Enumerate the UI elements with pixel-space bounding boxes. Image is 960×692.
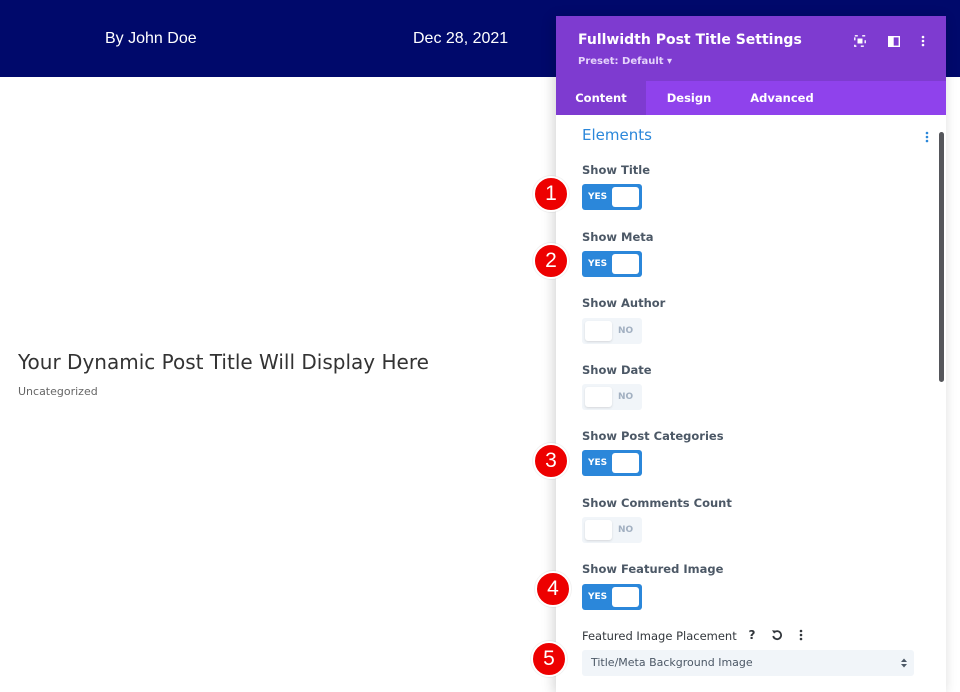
split-view-icon[interactable] bbox=[886, 33, 902, 49]
toggle-state: NO bbox=[618, 384, 633, 410]
post-category: Uncategorized bbox=[18, 385, 98, 398]
panel-scrollbar[interactable] bbox=[939, 132, 944, 382]
more-options-icon[interactable] bbox=[915, 33, 931, 49]
focus-icon[interactable] bbox=[852, 33, 868, 49]
show-post-categories-toggle[interactable]: YES bbox=[582, 450, 642, 476]
show-title-toggle[interactable]: YES bbox=[582, 184, 642, 210]
toggle-knob bbox=[612, 254, 639, 274]
toggle-knob bbox=[612, 587, 639, 607]
tab-content[interactable]: Content bbox=[556, 81, 646, 115]
tab-advanced[interactable]: Advanced bbox=[732, 81, 832, 115]
toggle-state: YES bbox=[588, 584, 607, 610]
date-meta: Dec 28, 2021 bbox=[413, 30, 508, 48]
callout-badge-1: 1 bbox=[533, 176, 569, 212]
callout-badge-2: 2 bbox=[533, 243, 569, 279]
show-meta-label: Show Meta bbox=[582, 230, 654, 244]
toggle-state: YES bbox=[588, 450, 607, 476]
toggle-knob bbox=[585, 387, 612, 407]
select-arrows-icon bbox=[900, 657, 908, 669]
reset-icon[interactable] bbox=[769, 627, 785, 643]
show-comments-count-label: Show Comments Count bbox=[582, 496, 732, 510]
featured-image-placement-select[interactable]: Title/Meta Background Image bbox=[582, 650, 914, 676]
show-post-categories-label: Show Post Categories bbox=[582, 429, 724, 443]
toggle-knob bbox=[612, 187, 639, 207]
show-date-label: Show Date bbox=[582, 363, 652, 377]
help-icon[interactable]: ? bbox=[744, 627, 760, 643]
panel-title: Fullwidth Post Title Settings bbox=[578, 32, 802, 48]
show-title-label: Show Title bbox=[582, 163, 650, 177]
tab-design[interactable]: Design bbox=[646, 81, 732, 115]
show-date-toggle[interactable]: NO bbox=[582, 384, 642, 410]
toggle-state: NO bbox=[618, 318, 633, 344]
toggle-knob bbox=[612, 453, 639, 473]
callout-badge-4: 4 bbox=[535, 571, 571, 607]
panel-tabs: Content Design Advanced bbox=[556, 81, 946, 115]
show-featured-image-toggle[interactable]: YES bbox=[582, 584, 642, 610]
settings-panel: Fullwidth Post Title Settings Preset: De… bbox=[556, 16, 946, 692]
toggle-state: YES bbox=[588, 251, 607, 277]
toggle-state: YES bbox=[588, 184, 607, 210]
elements-section-title[interactable]: Elements bbox=[582, 126, 652, 144]
post-title: Your Dynamic Post Title Will Display Her… bbox=[18, 350, 429, 374]
show-author-label: Show Author bbox=[582, 296, 665, 310]
author-meta: By John Doe bbox=[105, 30, 197, 48]
panel-header: Fullwidth Post Title Settings Preset: De… bbox=[556, 16, 946, 81]
preset-dropdown[interactable]: Preset: Default ▾ bbox=[578, 56, 672, 67]
toggle-state: NO bbox=[618, 517, 633, 543]
show-featured-image-label: Show Featured Image bbox=[582, 562, 723, 576]
section-options-icon[interactable] bbox=[924, 130, 930, 144]
show-author-toggle[interactable]: NO bbox=[582, 318, 642, 344]
toggle-knob bbox=[585, 520, 612, 540]
select-value: Title/Meta Background Image bbox=[591, 656, 753, 669]
show-meta-toggle[interactable]: YES bbox=[582, 251, 642, 277]
featured-image-placement-label: Featured Image Placement bbox=[582, 629, 737, 643]
field-options-icon[interactable] bbox=[793, 627, 809, 643]
callout-badge-5: 5 bbox=[531, 641, 567, 677]
toggle-knob bbox=[585, 321, 612, 341]
show-comments-count-toggle[interactable]: NO bbox=[582, 517, 642, 543]
callout-badge-3: 3 bbox=[533, 443, 569, 479]
